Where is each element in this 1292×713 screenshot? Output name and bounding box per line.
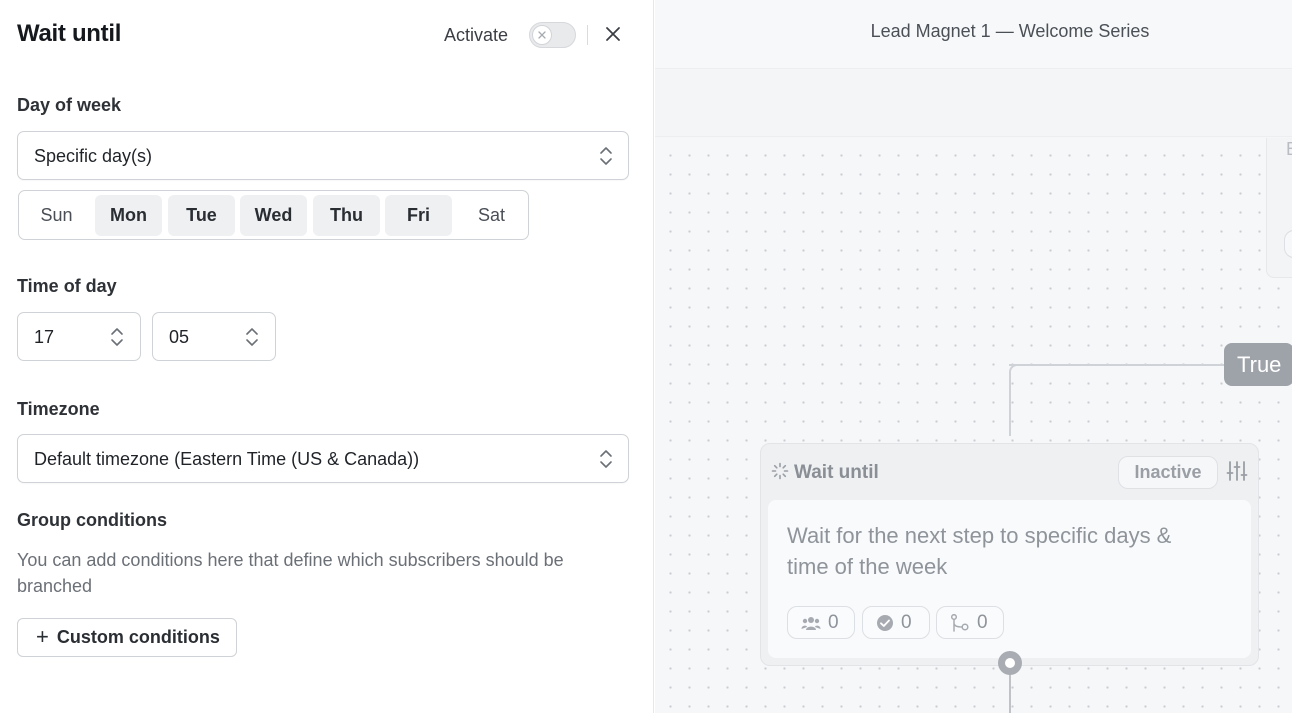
node-title: Wait until [794, 462, 879, 483]
day-wed-button[interactable]: Wed [240, 195, 307, 236]
workflow-toolbar [655, 70, 1292, 137]
node-status-badge: Inactive [1118, 456, 1218, 489]
activate-toggle[interactable] [529, 22, 576, 48]
branch-icon [950, 613, 969, 632]
stat-completed[interactable]: 0 [862, 606, 930, 639]
next-connector [1009, 675, 1011, 713]
day-selector: Sun Mon Tue Wed Thu Fri Sat [18, 190, 529, 240]
header-divider [587, 25, 588, 45]
day-mon-button[interactable]: Mon [95, 195, 162, 236]
chevron-updown-icon [600, 147, 612, 165]
day-mode-select[interactable]: Specific day(s) [17, 131, 629, 180]
stat-subscribers-value: 0 [828, 611, 839, 633]
stat-branched-value: 0 [977, 611, 988, 633]
branch-connector-vertical [1009, 372, 1011, 436]
stat-completed-value: 0 [901, 611, 912, 633]
custom-conditions-button[interactable]: + Custom conditions [17, 618, 237, 657]
hour-value: 17 [34, 327, 55, 347]
wait-spinner-icon [771, 462, 789, 480]
toggle-off-icon [532, 25, 552, 45]
stat-subscribers[interactable]: 0 [787, 606, 855, 639]
close-icon [606, 27, 620, 41]
workflow-topbar: Lead Magnet 1 — Welcome Series [655, 0, 1292, 69]
day-thu-button[interactable]: Thu [313, 195, 380, 236]
activate-label: Activate [444, 25, 509, 45]
timezone-value: Default timezone (Eastern Time (US & Can… [34, 449, 420, 469]
timezone-label: Timezone [17, 399, 100, 419]
group-conditions-label: Group conditions [17, 510, 167, 530]
node-description: Wait for the next step to specific days … [787, 523, 1172, 579]
wait-until-node[interactable]: Wait until Inactive Wait for the next st… [760, 443, 1259, 666]
close-button[interactable] [601, 22, 625, 46]
chevron-updown-icon [600, 450, 612, 468]
workflow-title: Lead Magnet 1 — Welcome Series [870, 21, 1150, 41]
group-conditions-helper: You can add conditions here that define … [17, 550, 564, 596]
stat-branched[interactable]: 0 [936, 606, 1004, 639]
offscreen-node-glyph: E [1286, 139, 1292, 160]
panel-title: Wait until [17, 20, 122, 47]
offscreen-node-badge [1284, 230, 1292, 258]
plus-icon: + [36, 623, 49, 649]
branch-connector [1009, 364, 1224, 366]
day-fri-button[interactable]: Fri [385, 195, 452, 236]
node-body: Wait for the next step to specific days … [768, 500, 1251, 658]
branch-true-label[interactable]: True [1224, 343, 1292, 386]
minute-stepper[interactable]: 05 [152, 312, 276, 361]
time-of-day-label: Time of day [17, 276, 117, 296]
sliders-icon[interactable] [1226, 460, 1248, 482]
settings-panel: Wait until Activate Day of week Specific… [0, 0, 654, 713]
workflow-canvas-area: Lead Magnet 1 — Welcome Series E True Wa… [655, 0, 1292, 713]
node-output-port[interactable] [998, 651, 1022, 675]
timezone-select[interactable]: Default timezone (Eastern Time (US & Can… [17, 434, 629, 483]
chevron-updown-icon [246, 328, 258, 346]
chevron-updown-icon [111, 328, 123, 346]
hour-stepper[interactable]: 17 [17, 312, 141, 361]
day-sun-button[interactable]: Sun [23, 195, 90, 236]
day-sat-button[interactable]: Sat [458, 195, 525, 236]
day-of-week-label: Day of week [17, 95, 122, 115]
check-circle-icon [877, 614, 893, 631]
day-mode-value: Specific day(s) [34, 146, 153, 166]
users-icon [801, 616, 821, 630]
minute-value: 05 [169, 327, 190, 347]
day-tue-button[interactable]: Tue [168, 195, 235, 236]
custom-conditions-label: Custom conditions [56, 627, 220, 647]
